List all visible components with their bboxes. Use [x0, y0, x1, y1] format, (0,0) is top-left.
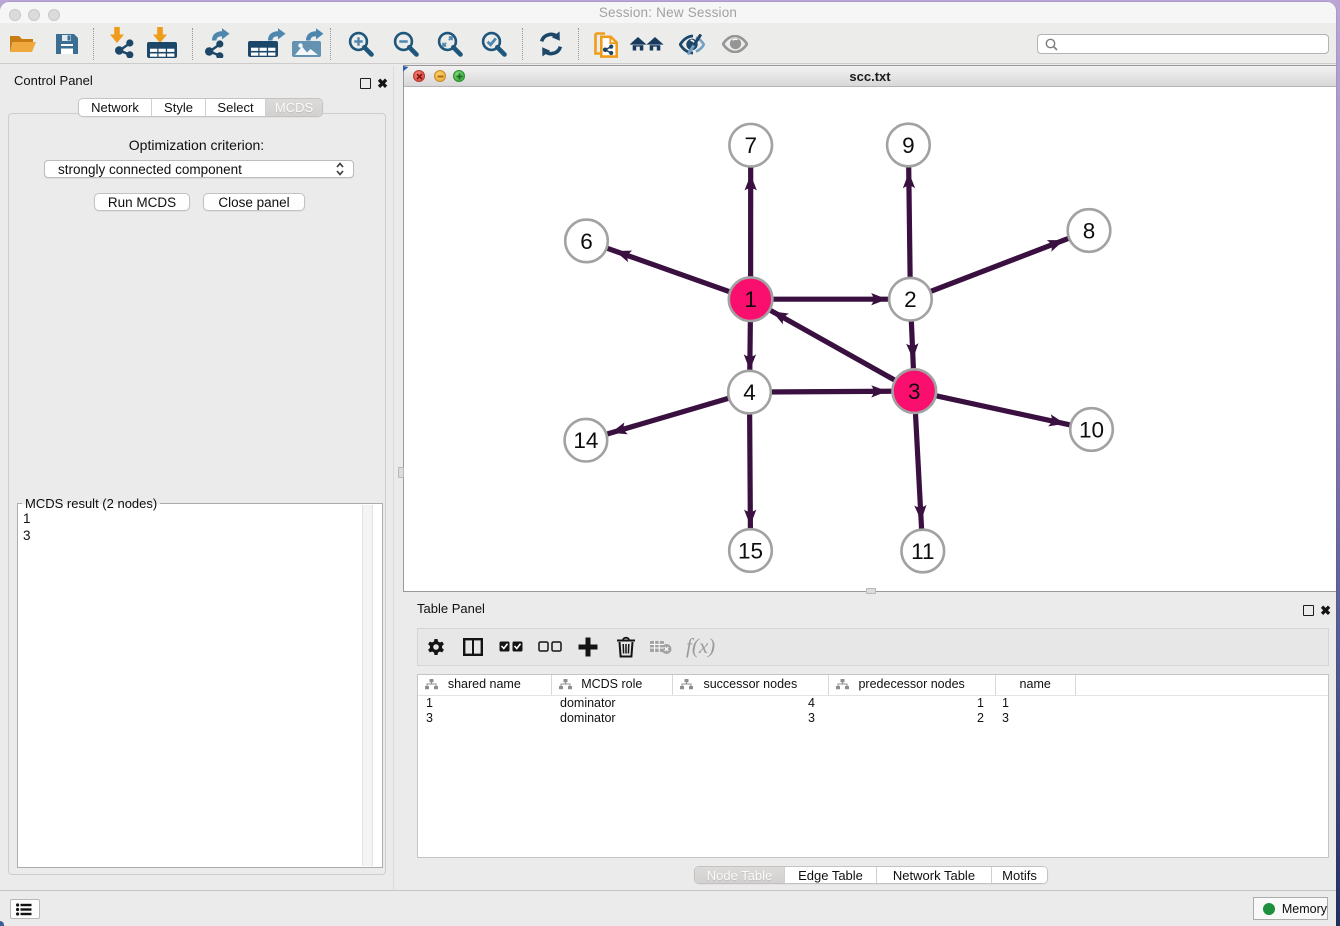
svg-text:8: 8 [1083, 218, 1096, 243]
svg-text:14: 14 [573, 428, 598, 453]
svg-text:2: 2 [904, 287, 917, 312]
svg-text:15: 15 [738, 538, 763, 563]
svg-text:9: 9 [902, 133, 915, 158]
svg-text:11: 11 [911, 539, 934, 564]
svg-text:10: 10 [1079, 417, 1104, 442]
svg-text:3: 3 [908, 379, 921, 404]
svg-text:1: 1 [744, 287, 757, 312]
svg-text:7: 7 [744, 133, 757, 158]
svg-text:4: 4 [743, 380, 756, 405]
svg-text:6: 6 [580, 228, 593, 253]
